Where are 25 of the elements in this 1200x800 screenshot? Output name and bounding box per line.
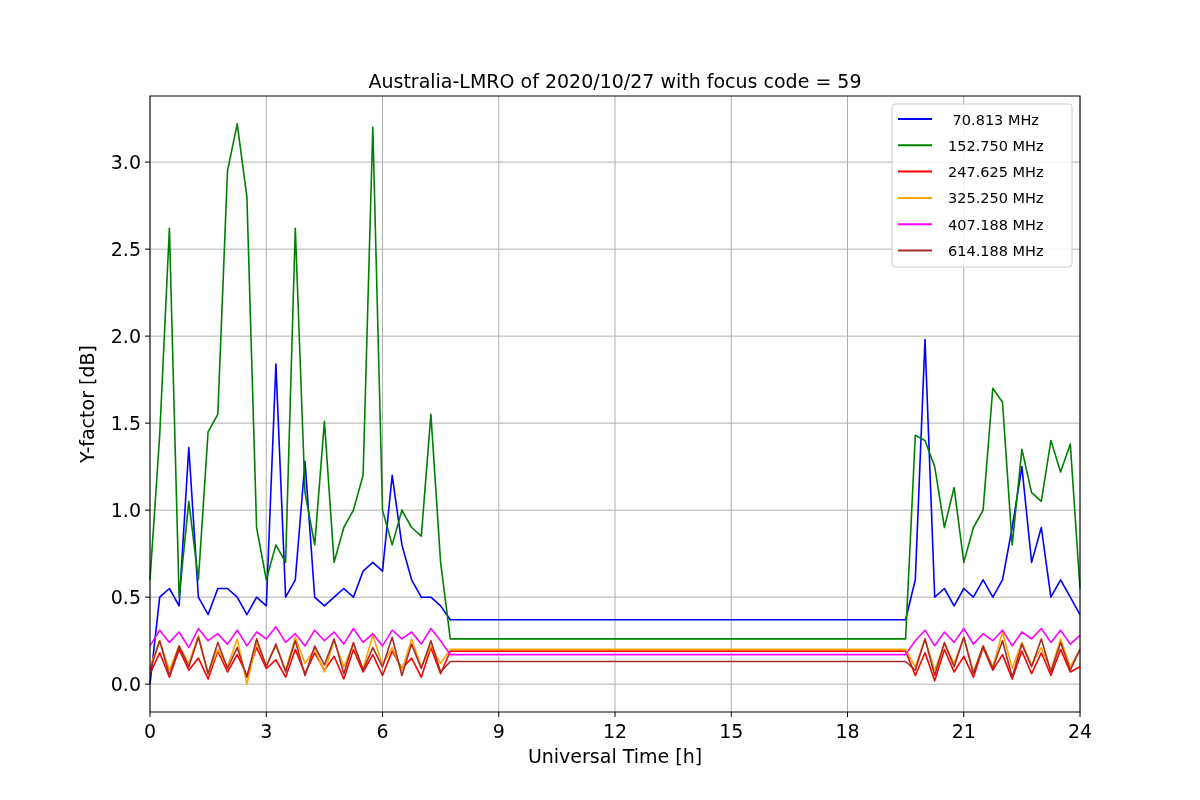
legend-label: 247.625 MHz [948,164,1044,181]
axis-tick-label: 0 [143,720,157,742]
axis-tick-label: 3 [260,720,273,742]
legend-label: 407.188 MHz [948,216,1044,233]
axis-tick-label: 2.5 [110,238,141,261]
axis-tick-label: 0.0 [110,673,141,696]
axis-tick-label: 6 [376,720,389,742]
x-axis-label: Universal Time [h] [527,745,703,767]
legend-label: 614.188 MHz [948,243,1044,259]
axis-tick-label: 2.0 [110,325,141,348]
legend-label: 70.813 MHz [952,111,1039,128]
y-axis-label: Y-factor [dB] [76,345,98,463]
axis-tick-label: 18 [835,720,860,742]
legend-label: 152.750 MHz [948,137,1044,154]
axis-tick-label: 1.0 [110,499,141,522]
legend-label: 325.250 MHz [948,190,1044,207]
axis-tick-label: 9 [492,720,505,742]
chart-title: Australia-LMRO of 2020/10/27 with focus code = 59 [368,70,862,92]
axis-tick-label: 15 [719,720,744,742]
axis-tick-label: 21 [951,720,976,742]
axis-tick-label: 3.0 [110,151,141,174]
axis-tick-label: 1.5 [110,412,141,435]
axis-tick-label: 24 [1067,720,1093,742]
axis-tick-label: 12 [602,720,628,742]
axis-tick-label: 0.5 [110,586,141,609]
